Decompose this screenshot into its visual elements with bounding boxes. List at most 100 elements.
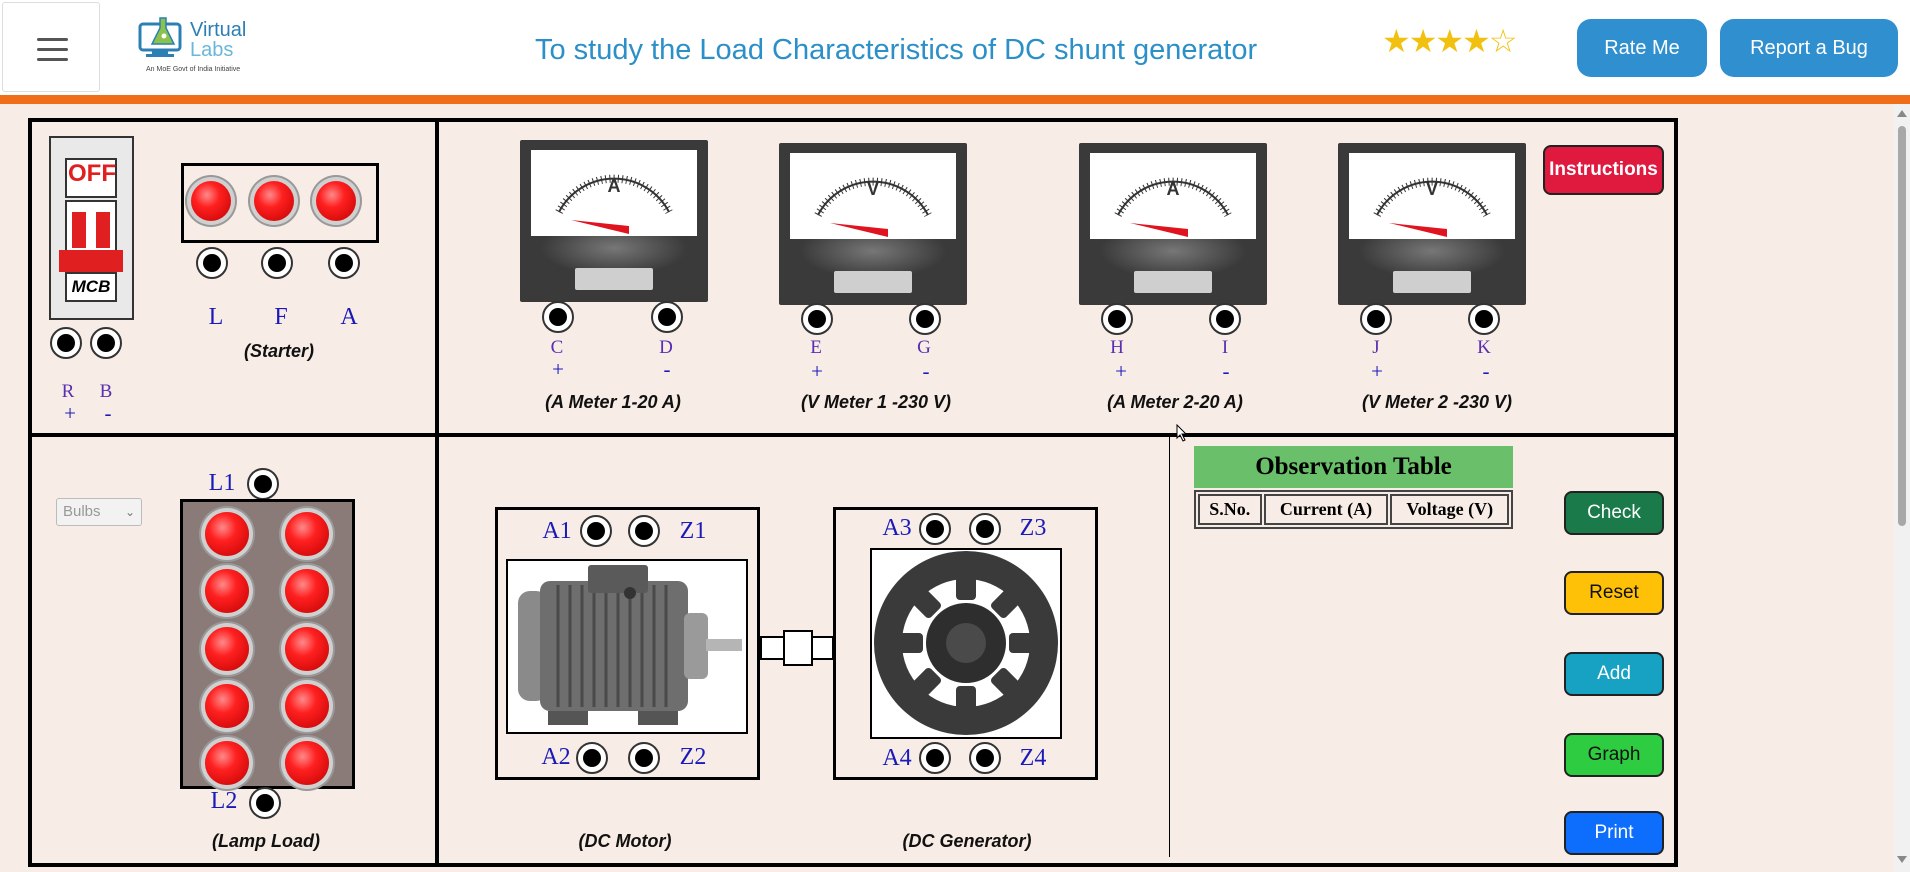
scroll-up-arrow-icon[interactable] xyxy=(1897,110,1907,117)
dc-generator-image xyxy=(870,548,1062,739)
star-outline-icon[interactable]: ☆ xyxy=(1489,23,1518,59)
star-icon[interactable]: ★ xyxy=(1382,23,1411,59)
terminal-i[interactable] xyxy=(1209,303,1241,335)
star-rating[interactable]: ★★★★☆ xyxy=(1382,22,1518,60)
terminal-a[interactable] xyxy=(328,247,360,279)
lamp-load-caption: (Lamp Load) xyxy=(212,831,320,851)
terminal-c[interactable] xyxy=(542,301,574,333)
ammeter-2: A xyxy=(1079,143,1267,305)
vertical-scrollbar[interactable] xyxy=(1894,104,1910,872)
page-title: To study the Load Characteristics of DC … xyxy=(535,34,1258,66)
dc-motor-image xyxy=(506,559,748,734)
terminal-l1[interactable] xyxy=(247,468,279,500)
terminal-b[interactable] xyxy=(90,327,122,359)
scroll-down-arrow-icon[interactable] xyxy=(1897,856,1907,863)
voltmeter-2: V xyxy=(1338,143,1526,305)
lamp-bulb xyxy=(285,684,329,728)
terminal-b-label: B xyxy=(99,381,113,402)
add-button[interactable]: Add xyxy=(1564,652,1664,696)
hamburger-menu-icon[interactable] xyxy=(2,2,100,92)
top-navbar: Virtual Labs An MoE Govt of India Initia… xyxy=(0,0,1910,96)
terminal-a2-label: A2 xyxy=(541,744,571,770)
terminal-k-sign: - xyxy=(1482,359,1490,383)
star-icon[interactable]: ★ xyxy=(1462,23,1491,59)
mcb-label: MCB xyxy=(65,272,117,302)
terminal-h-sign: + xyxy=(1115,359,1127,383)
observation-table: S.No. Current (A) Voltage (V) xyxy=(1194,490,1513,529)
terminal-j-sign: + xyxy=(1371,359,1383,383)
terminal-e-label: E xyxy=(810,337,822,358)
terminal-e[interactable] xyxy=(801,303,833,335)
terminal-r[interactable] xyxy=(50,327,82,359)
terminal-h-label: H xyxy=(1110,337,1124,358)
scrollbar-thumb[interactable] xyxy=(1898,126,1906,526)
terminal-k-label: K xyxy=(1477,337,1491,358)
terminal-z3[interactable] xyxy=(969,513,1001,545)
reset-button[interactable]: Reset xyxy=(1564,571,1664,615)
starter-caption: (Starter) xyxy=(243,341,315,361)
terminal-l2[interactable] xyxy=(249,787,281,819)
terminal-k[interactable] xyxy=(1468,303,1500,335)
terminal-g[interactable] xyxy=(909,303,941,335)
starter-lamp xyxy=(191,181,231,221)
lamp-bulb xyxy=(205,627,249,671)
report-bug-button[interactable]: Report a Bug xyxy=(1720,19,1898,77)
column-header-sno: S.No. xyxy=(1198,494,1262,525)
instructions-button[interactable]: Instructions xyxy=(1543,145,1664,195)
dc-generator-caption: (DC Generator) xyxy=(902,831,1032,851)
terminal-g-sign: - xyxy=(922,359,930,383)
star-icon[interactable]: ★ xyxy=(1409,23,1438,59)
star-icon[interactable]: ★ xyxy=(1435,23,1464,59)
starter-lamp xyxy=(254,181,294,221)
terminal-c-sign: + xyxy=(552,357,564,381)
flask-icon xyxy=(138,17,182,57)
rate-me-button[interactable]: Rate Me xyxy=(1577,19,1707,77)
lamp-bulb xyxy=(285,512,329,556)
lamp-bulb xyxy=(205,741,249,785)
lamp-bulb xyxy=(285,627,329,671)
ammeter-2-caption: (A Meter 2-20 A) xyxy=(1107,392,1243,412)
logo-tagline: An MoE Govt of India Initiative xyxy=(146,66,241,73)
terminal-h[interactable] xyxy=(1101,303,1133,335)
starter-f-label: F xyxy=(274,304,288,330)
terminal-d[interactable] xyxy=(651,301,683,333)
terminal-z2[interactable] xyxy=(628,742,660,774)
observation-table-title: Observation Table xyxy=(1194,446,1513,488)
terminal-j[interactable] xyxy=(1360,303,1392,335)
meter-symbol: V xyxy=(866,179,879,199)
mcb-switch[interactable]: OFF MCB xyxy=(49,136,134,320)
terminal-f[interactable] xyxy=(261,247,293,279)
starter-l-label: L xyxy=(208,304,224,330)
page: Virtual Labs An MoE Govt of India Initia… xyxy=(0,0,1910,872)
terminal-a3[interactable] xyxy=(919,513,951,545)
terminal-e-sign: + xyxy=(811,359,823,383)
terminal-z4[interactable] xyxy=(969,742,1001,774)
bulbs-select[interactable]: Bulbs ⌄ xyxy=(56,498,142,526)
lamp-bulb xyxy=(285,741,329,785)
check-button[interactable]: Check xyxy=(1564,491,1664,535)
terminal-a1[interactable] xyxy=(580,515,612,547)
terminal-c-label: C xyxy=(550,337,564,358)
chevron-down-icon: ⌄ xyxy=(124,505,135,519)
terminal-z2-label: Z2 xyxy=(679,744,707,770)
terminal-z4-label: Z4 xyxy=(1019,745,1047,771)
terminal-l2-label: L2 xyxy=(210,788,238,814)
print-button[interactable]: Print xyxy=(1564,811,1664,855)
meter-symbol: A xyxy=(1166,179,1180,199)
terminal-z1[interactable] xyxy=(628,515,660,547)
table-divider xyxy=(1169,437,1170,857)
ammeter-1-caption: (A Meter 1-20 A) xyxy=(545,392,681,412)
ammeter-1: A xyxy=(520,140,708,302)
terminal-a4[interactable] xyxy=(919,742,951,774)
starter-a-label: A xyxy=(340,304,358,330)
terminal-a3-label: A3 xyxy=(882,515,912,541)
virtual-labs-logo[interactable]: Virtual Labs An MoE Govt of India Initia… xyxy=(138,14,250,78)
terminal-l[interactable] xyxy=(196,247,228,279)
terminal-z3-label: Z3 xyxy=(1019,515,1047,541)
terminal-a4-label: A4 xyxy=(882,745,912,771)
graph-button[interactable]: Graph xyxy=(1564,733,1664,777)
column-header-voltage: Voltage (V) xyxy=(1390,494,1509,525)
bulbs-select-value: Bulbs xyxy=(63,503,101,520)
shaft-coupling-hub xyxy=(783,630,813,666)
terminal-a2[interactable] xyxy=(576,742,608,774)
